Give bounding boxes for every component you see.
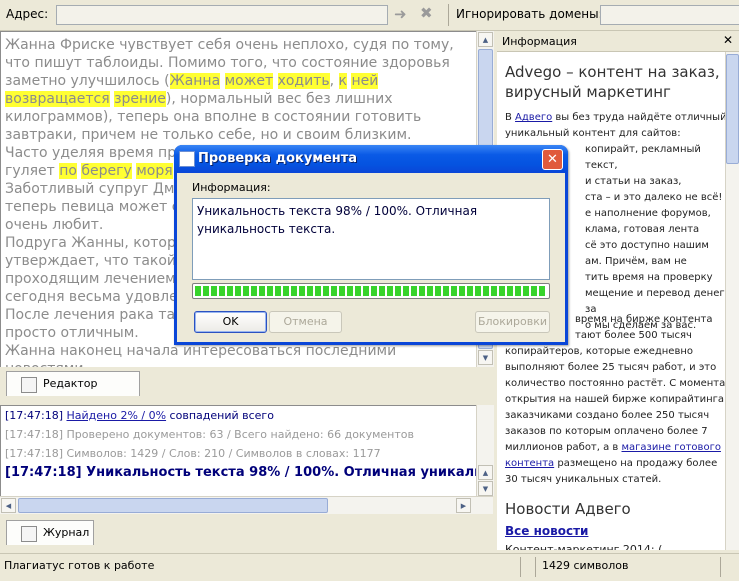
info-title: Advego – контент на заказ, вирусный марк…	[505, 63, 720, 101]
clear-x-icon[interactable]: ✖	[420, 4, 433, 22]
block-button[interactable]: Блокировки	[475, 311, 550, 333]
address-input[interactable]	[56, 5, 388, 25]
dialog-titlebar[interactable]: Проверка документа ✕	[174, 145, 568, 173]
go-arrow-icon[interactable]: ➜	[394, 5, 407, 23]
char-count: 1429 символов	[542, 559, 629, 572]
news-title: Новости Адвего	[505, 500, 631, 518]
log-line: [17:47:18] Найдено 2% / 0% совпадений вс…	[5, 409, 274, 422]
content-shop-link[interactable]: магазине готового	[622, 442, 721, 453]
address-label: Адрес:	[6, 7, 49, 21]
hscroll-thumb[interactable]	[18, 498, 328, 513]
close-icon[interactable]: ✕	[542, 149, 563, 170]
info-panel-title: Информация	[502, 35, 577, 48]
scroll-right-button[interactable]: ▶	[456, 498, 471, 513]
close-icon[interactable]: ✕	[723, 33, 733, 47]
ignore-domains-input[interactable]	[600, 5, 739, 25]
ok-button[interactable]: OK	[194, 311, 267, 333]
ignore-domains-label: Игнорировать домены:	[456, 7, 603, 21]
journal-icon	[21, 526, 37, 542]
news-item[interactable]: Контент-маркетинг 2014: (	[505, 542, 662, 550]
log-tabstrip: Журнал	[0, 514, 494, 552]
scroll-down-button[interactable]: ▼	[478, 481, 493, 496]
scroll-up-button[interactable]: ▲	[478, 32, 493, 47]
tab-text-editor[interactable]: Редактор текста	[6, 371, 140, 414]
scroll-up-button[interactable]: ▲	[478, 465, 493, 480]
tab-journal[interactable]: Журнал	[6, 520, 94, 545]
toolbar-divider	[448, 4, 449, 26]
dialog-body: Информация: Уникальность текста 98% / 10…	[177, 173, 565, 342]
scroll-left-button[interactable]: ◀	[1, 498, 16, 513]
app-icon	[179, 151, 195, 167]
log-hscrollbar[interactable]: ◀ ▶	[0, 496, 493, 514]
dialog-title: Проверка документа	[198, 151, 358, 166]
log-line: [17:47:18] Уникальность текста 98% / 100…	[5, 465, 477, 480]
all-news-link[interactable]: Все новости	[505, 524, 588, 538]
info-scrollbar[interactable]	[725, 52, 739, 550]
document-icon	[21, 377, 37, 393]
message-box[interactable]: Уникальность текста 98% / 100%. Отличная…	[192, 198, 550, 280]
log-line: [17:47:18] Проверено документов: 63 / Вс…	[5, 428, 414, 441]
info-panel-header: Информация ✕	[497, 31, 739, 52]
log-panel: [17:47:18] Найдено 2% / 0% совпадений вс…	[0, 405, 478, 498]
info-label: Информация:	[192, 181, 271, 194]
status-divider	[535, 557, 536, 577]
status-text: Плагиатус готов к работе	[4, 559, 155, 572]
check-document-dialog: Проверка документа ✕ Информация: Уникаль…	[174, 145, 568, 345]
tab-label: Журнал	[43, 526, 90, 539]
found-link[interactable]: Найдено 2% / 0%	[67, 409, 167, 422]
log-scrollbar[interactable]: ▲ ▼	[476, 405, 494, 496]
progress-bar	[192, 283, 550, 299]
scroll-thumb[interactable]	[726, 54, 739, 164]
content-link[interactable]: контента	[505, 458, 554, 469]
status-divider	[720, 557, 721, 577]
address-toolbar: Адрес: ➜ ✖ Игнорировать домены:	[0, 0, 739, 31]
message-text: Уникальность текста 98% / 100%. Отличная…	[197, 204, 478, 236]
status-divider	[520, 557, 521, 577]
progress-fill	[195, 286, 547, 296]
status-bar: Плагиатус готов к работе 1429 символов	[0, 553, 739, 581]
advego-link[interactable]: Адвего	[515, 112, 552, 123]
scroll-down-button[interactable]: ▼	[478, 350, 493, 365]
editor-tabstrip: Редактор текста	[0, 367, 494, 414]
cancel-button[interactable]: Отмена	[269, 311, 342, 333]
log-line: [17:47:18] Символов: 1429 / Слов: 210 / …	[5, 447, 381, 460]
